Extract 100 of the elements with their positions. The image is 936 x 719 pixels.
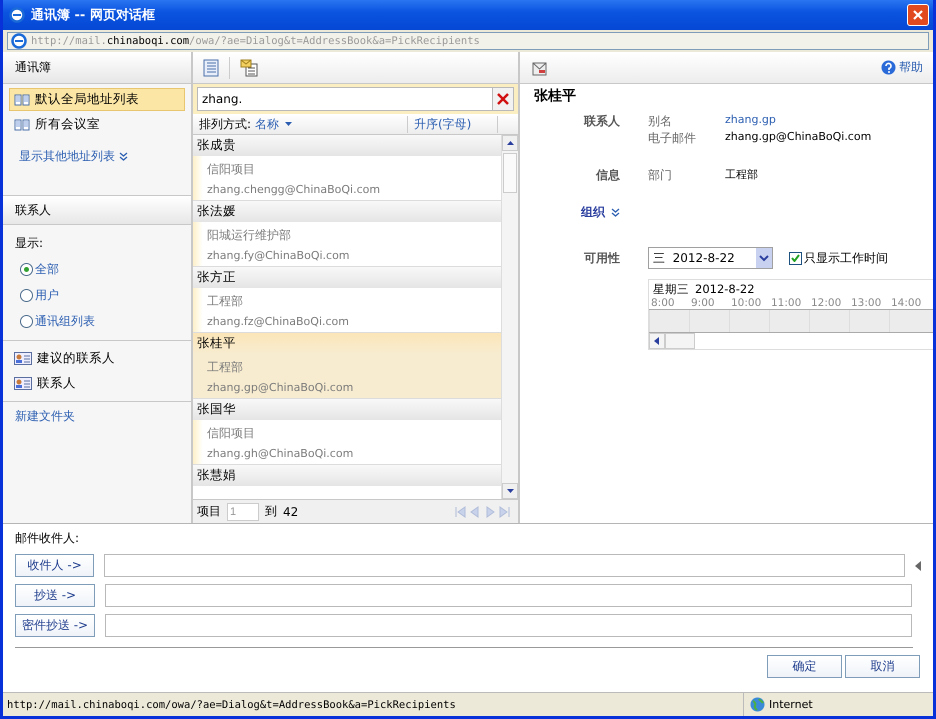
hour-label: 11:00 [770, 297, 802, 309]
hour-label: 12:00 [810, 297, 842, 309]
new-folder-link[interactable]: 新建文件夹 [15, 408, 75, 425]
alias-link[interactable]: zhang.gp [725, 113, 933, 130]
contact-department: 信阳项目 [207, 160, 256, 178]
window-title: 通讯簿 -- 网页对话框 [31, 7, 156, 24]
show-label: 显示: [15, 235, 44, 252]
scroll-up-icon [506, 141, 514, 145]
filter-label[interactable]: 用户 [35, 286, 59, 304]
date-dropdown[interactable]: 三 2012-8-22 [648, 247, 773, 269]
show-more-lists-link[interactable]: 显示其他地址列表 [19, 148, 115, 165]
day-date: 2012-8-22 [695, 282, 755, 297]
field-value: 工程部 [725, 167, 759, 183]
scroll-bar[interactable] [501, 135, 518, 499]
search-field[interactable]: zhang. [197, 87, 492, 111]
contact-name: 张成贵 [197, 137, 236, 154]
total-count: 42 [283, 504, 298, 518]
dialog-button[interactable]: 确定 [767, 655, 842, 678]
scroll-down-icon [506, 489, 514, 493]
address-list-item[interactable]: 所有会议室 [9, 113, 185, 136]
pager-to-label: 到 [265, 503, 277, 520]
recipients-label: 邮件收件人: [15, 530, 80, 547]
contact-name: 张国华 [197, 401, 236, 418]
help-link[interactable]: 帮助 [881, 59, 923, 76]
hour-label: 8:00 [650, 297, 676, 309]
contact-title: 张桂平 [533, 87, 577, 106]
globe-icon [750, 697, 765, 712]
contact-email: zhang.fz@ChinaBoQi.com [207, 314, 350, 328]
contact-name: 张法媛 [197, 203, 236, 220]
sort-field-dropdown[interactable]: 名称 [255, 116, 280, 132]
contact-folder-item[interactable]: 建议的联系人 [9, 347, 185, 370]
field-value: zhang.gp@ChinaBoQi.com [725, 130, 872, 145]
dialog-button[interactable]: 取消 [845, 655, 920, 678]
recipient-button[interactable]: 抄送 -> [15, 584, 95, 607]
contact-name: 张桂平 [197, 335, 236, 352]
contact-card-icon [14, 352, 32, 365]
book-icon [14, 93, 30, 106]
close-icon [912, 9, 924, 21]
chevron-down-icon [119, 152, 128, 161]
address-field[interactable]: http://mail.chinaboqi.com/owa/?ae=Dialog&t=AddressBook&a=PickRecipients [7, 32, 929, 50]
panel-header: 通讯簿 [3, 52, 191, 84]
url-part: /owa/?ae=Dialog&t=AddressBook&a=PickRecipients [189, 35, 480, 47]
recipient-field[interactable] [105, 614, 912, 637]
hour-label: 10:00 [730, 297, 762, 309]
contact-department: 工程部 [207, 292, 244, 310]
security-zone: Internet [769, 698, 813, 711]
hour-label: 9:00 [690, 297, 716, 309]
radio-button[interactable] [20, 314, 33, 328]
status-url: http://mail.chinaboqi.com/owa/?ae=Dialog&t=AddressBook&a=PickRecipients [6, 698, 457, 710]
book-icon [14, 118, 30, 131]
mail-properties-icon[interactable] [240, 58, 258, 76]
date-value: 三 2012-8-22 [653, 250, 735, 266]
field-label: 部门 [648, 167, 673, 184]
day-label: 星期三 [653, 282, 689, 297]
hour-label: 13:00 [850, 297, 882, 309]
clear-button[interactable] [492, 87, 514, 111]
dropdown-arrow-icon [285, 122, 292, 126]
contact-email: zhang.chengg@ChinaBoQi.com [207, 182, 382, 196]
check-icon [791, 254, 800, 262]
recipient-button[interactable]: 收件人 -> [15, 554, 94, 577]
checkbox-label[interactable]: 只显示工作时间 [804, 250, 888, 266]
contact-row[interactable]: 张慧娟 [193, 465, 501, 486]
contact-email: zhang.gp@ChinaBoQi.com [207, 380, 354, 394]
collapse-arrow-icon[interactable] [915, 560, 922, 570]
contact-name: 张方正 [197, 269, 236, 286]
organization-expander[interactable]: 组织 [581, 204, 620, 221]
url-part: chinaboqi.com [106, 35, 190, 47]
radio-button[interactable] [20, 262, 33, 276]
scroll-left-icon[interactable] [649, 333, 665, 349]
address-list-item[interactable]: 默认全局地址列表 [9, 88, 185, 111]
close-button[interactable] [907, 4, 929, 26]
address-book-icon[interactable] [203, 58, 219, 76]
scroll-thumb[interactable] [503, 153, 517, 193]
radio-button[interactable] [20, 288, 33, 302]
contact-department: 工程部 [207, 358, 244, 376]
field-label: 电子邮件 [648, 130, 697, 147]
filter-label[interactable]: 全部 [35, 260, 59, 278]
contact-email: zhang.gh@ChinaBoQi.com [207, 446, 354, 460]
contact-email: zhang.fy@ChinaBoQi.com [207, 248, 351, 262]
contact-card-icon [14, 377, 32, 390]
url-part: http://mail. [31, 35, 107, 47]
help-icon [881, 60, 896, 75]
recipient-field[interactable] [105, 584, 912, 607]
sort-order-button[interactable]: 升序(字母) [414, 116, 472, 132]
filter-label[interactable]: 通讯组列表 [35, 312, 95, 330]
clear-icon [496, 92, 510, 106]
recipient-button[interactable]: 密件抄送 -> [15, 614, 95, 637]
recipient-field[interactable] [104, 554, 906, 577]
field-label: 别名 [648, 113, 673, 130]
checkbox[interactable] [789, 252, 802, 264]
contact-department: 信阳项目 [207, 424, 256, 442]
hour-label: 14:00 [890, 297, 922, 309]
panel-header: 联系人 [3, 195, 191, 225]
chevron-down-icon [611, 208, 620, 217]
contact-name: 张慧娟 [197, 467, 236, 484]
section-title: 可用性 [583, 250, 620, 267]
contact-folder-item[interactable]: 联系人 [9, 372, 185, 395]
section-title: 信息 [594, 167, 620, 184]
section-title: 联系人 [582, 113, 620, 130]
scroll-thumb[interactable] [665, 333, 695, 349]
